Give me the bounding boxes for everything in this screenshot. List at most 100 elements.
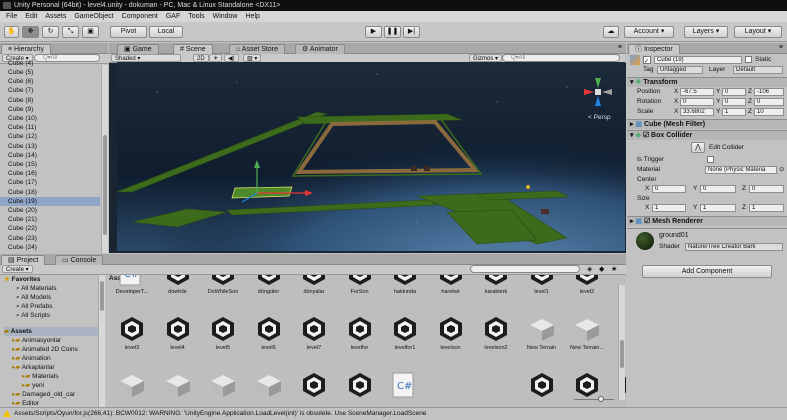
hierarchy-item[interactable]: Cube (16) [0,169,100,178]
hierarchy-item[interactable]: Cube (5) [0,68,100,77]
scene-viewport[interactable]: < Persp [117,62,625,251]
project-search-input[interactable] [470,265,580,273]
rect-tool-button[interactable]: ▣ [82,26,99,38]
menu-file[interactable]: File [6,11,17,22]
asset-item[interactable]: level6 [247,315,291,359]
tab-project[interactable]: ▤ Project [1,255,46,265]
project-tree-scroll-thumb[interactable] [100,281,104,311]
asset-item[interactable]: C# DeveloperT... [110,275,154,303]
panel-menu-icon[interactable]: ≡ [618,44,622,51]
renderer-enabled-checkbox[interactable]: ☑ [644,218,650,225]
static-checkbox[interactable] [745,56,752,63]
hierarchy-item[interactable]: Cube (11) [0,123,100,132]
asset-item[interactable] [528,371,556,401]
hierarchy-item[interactable]: Cube (14) [0,151,100,160]
object-name-field[interactable]: Cube (19) [654,56,742,64]
hierarchy-scrollbar[interactable] [101,65,108,253]
folder-item[interactable]: ▸▰ yeni [22,381,44,390]
asset-item[interactable]: level4 [156,315,200,359]
hierarchy-item[interactable]: Cube (20) [0,206,100,215]
hierarchy-item[interactable]: Cube (4) [8,59,33,68]
perspective-label[interactable]: < Persp [588,114,611,121]
asset-item[interactable]: levelson [429,315,473,359]
hierarchy-item[interactable]: Cube (6) [0,77,100,86]
layer-dropdown[interactable]: Default [733,66,783,74]
hierarchy-item[interactable]: Cube (15) [0,160,100,169]
asset-item[interactable]: dowhile [156,275,200,303]
favorite-star-icon[interactable]: ★ [611,265,617,273]
play-button[interactable]: ▶ [365,26,382,38]
asset-item[interactable] [164,371,192,401]
asset-grid-scrollbar[interactable] [618,285,625,400]
layout-dropdown[interactable]: Layout ▾ [734,26,782,38]
hierarchy-item[interactable]: Cube (13) [0,142,100,151]
transform-header[interactable]: ▾ ✥ Transform [627,77,787,87]
project-create-button[interactable]: Create ▾ [2,265,33,273]
menu-tools[interactable]: Tools [188,11,204,22]
icon-size-slider[interactable] [574,396,614,402]
asset-item[interactable]: level5 [201,315,245,359]
asset-item[interactable]: level1 [520,275,564,303]
hierarchy-item[interactable]: Cube (23) [0,234,100,243]
favorite-item[interactable]: ⌕ All Scripts [16,311,50,320]
audio-toggle[interactable]: ◀) [224,54,239,62]
layers-dropdown[interactable]: Layers ▾ [684,26,728,38]
project-tree-scrollbar[interactable] [98,275,105,407]
asset-item[interactable]: C# [391,371,415,401]
move-tool-button[interactable]: ✥ [22,26,39,38]
asset-item[interactable]: hareket [429,275,473,303]
menu-window[interactable]: Window [213,11,238,22]
active-checkbox[interactable]: ✓ [643,56,651,65]
center-x-field[interactable]: 0 [652,185,686,193]
asset-item[interactable]: hakkında [383,275,427,303]
mode-2d-button[interactable]: 2D [193,54,209,62]
rotate-tool-button[interactable]: ↻ [42,26,59,38]
physic-material-field[interactable]: None (Physic Materia [705,166,777,174]
tab-asset-store[interactable]: ⌂ Asset Store [229,44,285,54]
scale-z-field[interactable]: 10 [754,108,784,116]
rotation-x-field[interactable]: 0 [680,98,714,106]
favorite-item[interactable]: ⌕ All Materials [16,284,57,293]
asset-item[interactable]: New Terrain [520,315,564,359]
asset-item[interactable]: DoWhileSon [201,275,245,303]
status-bar[interactable]: Assets/Scripts/Oyun/for.js(266,41): BCW0… [0,407,787,419]
hierarchy-item[interactable]: Cube (19) [0,196,100,206]
position-z-field[interactable]: -106 [754,88,784,96]
asset-grid-scroll-thumb[interactable] [620,340,624,368]
asset-item[interactable] [300,371,328,401]
pause-button[interactable]: ❚❚ [384,26,401,38]
asset-item[interactable]: döngüler [247,275,291,303]
size-y-field[interactable]: 1 [700,204,736,212]
object-picker-icon[interactable]: ⊙ [779,165,784,175]
filter-type-icon[interactable]: ◈ [587,265,592,273]
mesh-renderer-header[interactable]: ▸ ▦ ☑ Mesh Renderer [627,216,787,226]
asset-item[interactable]: level3 [110,315,154,359]
asset-item[interactable]: levelfor1 [383,315,427,359]
pivot-button[interactable]: Pivot [110,26,147,38]
asset-item[interactable]: level7 [292,315,336,359]
tab-game[interactable]: ▣ Game [117,44,159,54]
hierarchy-item[interactable]: Cube (24) [0,243,100,252]
favorites-header[interactable]: ★ Favorites [4,275,41,284]
tag-dropdown[interactable]: Untagged [657,66,703,74]
tab-hierarchy[interactable]: ≡ Hierarchy [1,44,51,54]
cloud-button[interactable]: ☁ [603,26,619,38]
mesh-filter-header[interactable]: ▸ ▦ Cube (Mesh Filter) [627,119,787,129]
hierarchy-scroll-thumb[interactable] [103,135,107,235]
asset-item[interactable] [573,371,601,401]
hierarchy-item[interactable]: Cube (7) [0,86,100,95]
scale-y-field[interactable]: 1 [722,108,746,116]
menu-component[interactable]: Component [122,11,158,22]
rotation-z-field[interactable]: 0 [754,98,784,106]
collider-enabled-checkbox[interactable]: ☑ [643,132,649,139]
folder-item[interactable]: ▸▰ Animated 2D Coins [12,345,78,354]
menu-gameobject[interactable]: GameObject [74,11,113,22]
tab-scene[interactable]: # Scene [173,44,213,54]
is-trigger-checkbox[interactable] [707,156,714,163]
asset-item[interactable]: ForSon [338,275,382,303]
asset-item[interactable] [346,371,374,401]
hierarchy-item[interactable]: Cube (18) [0,188,100,197]
hand-tool-button[interactable]: ✋ [4,26,19,38]
hierarchy-item[interactable]: Cube (10) [0,114,100,123]
assets-folder[interactable]: ▰ Assets [4,327,100,336]
